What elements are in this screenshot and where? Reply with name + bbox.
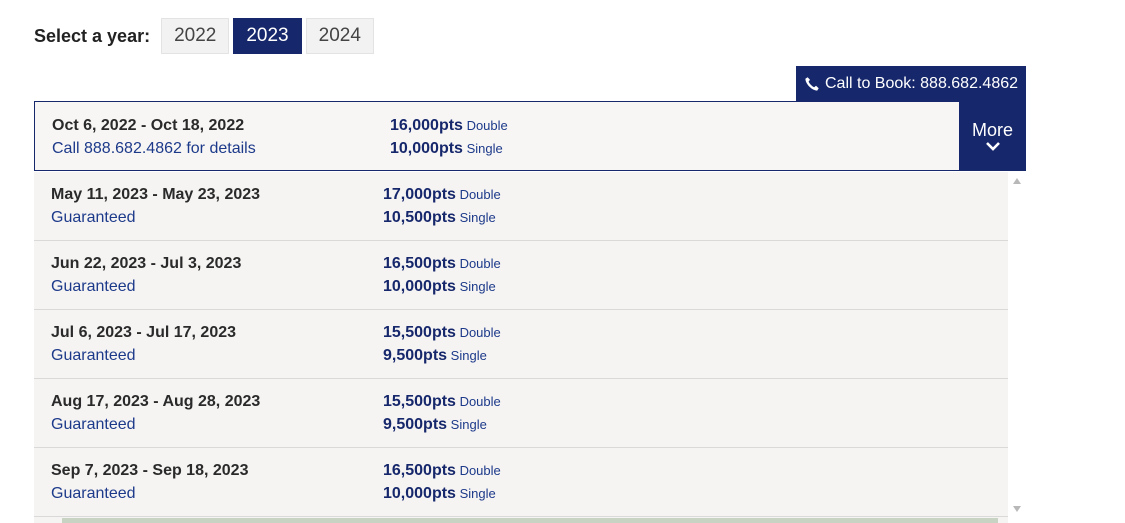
single-label: Single: [459, 210, 496, 225]
single-points: 10,000pts: [383, 485, 456, 502]
single-label: Single: [450, 417, 487, 432]
phone-icon: [805, 76, 819, 91]
year-selector-label: Select a year:: [34, 25, 151, 46]
scroll-down-arrow-icon[interactable]: [1013, 506, 1021, 512]
list-scrollbar[interactable]: [1008, 172, 1026, 519]
departure-status: Guaranteed: [51, 485, 136, 502]
scroll-up-arrow-icon[interactable]: [1013, 178, 1021, 184]
double-price: 17,000pts Double: [383, 186, 501, 204]
departure-dates: Oct 6, 2022 - Oct 18, 2022: [52, 117, 245, 134]
single-price: 10,000pts Single: [383, 278, 496, 296]
single-price: 10,500pts Single: [383, 209, 496, 227]
double-label: Double: [459, 256, 501, 271]
double-price: 16,500pts Double: [383, 255, 501, 273]
more-label: More: [971, 120, 1013, 140]
map-preview: [62, 518, 998, 523]
single-label: Single: [466, 141, 503, 156]
departure-status: Guaranteed: [51, 209, 136, 226]
chevron-down-icon: [985, 142, 1000, 151]
double-label: Double: [459, 187, 501, 202]
departure-dates: Sep 7, 2023 - Sep 18, 2023: [51, 462, 249, 479]
double-points: 15,500pts: [383, 324, 456, 341]
double-price: 15,500pts Double: [383, 393, 501, 411]
single-label: Single: [459, 279, 496, 294]
departure-status-link[interactable]: Call 888.682.4862 for details: [52, 140, 256, 158]
call-to-book-button[interactable]: Call to Book: 888.682.4862: [796, 66, 1026, 101]
single-label: Single: [459, 486, 496, 501]
single-price: 9,500pts Single: [383, 347, 487, 365]
double-label: Double: [459, 325, 501, 340]
double-label: Double: [466, 118, 508, 133]
departure-status: Guaranteed: [51, 416, 136, 433]
departures-list: May 11, 2023 - May 23, 2023 Guaranteed 1…: [34, 172, 1008, 523]
double-points: 15,500pts: [383, 393, 456, 410]
departure-status: Guaranteed: [51, 347, 136, 364]
single-points: 9,500pts: [383, 416, 448, 433]
double-points: 16,500pts: [383, 462, 456, 479]
featured-departure[interactable]: Oct 6, 2022 - Oct 18, 2022 Call 888.682.…: [34, 101, 960, 171]
departure-dates: May 11, 2023 - May 23, 2023: [51, 186, 261, 203]
departure-row[interactable]: Sep 7, 2023 - Sep 18, 2023 Guaranteed 16…: [34, 448, 1008, 517]
departure-row[interactable]: Jul 6, 2023 - Jul 17, 2023 Guaranteed 15…: [34, 310, 1008, 379]
departure-row[interactable]: May 11, 2023 - May 23, 2023 Guaranteed 1…: [34, 172, 1008, 241]
double-label: Double: [459, 394, 501, 409]
year-button-2023[interactable]: 2023: [233, 18, 302, 54]
double-price: 15,500pts Double: [383, 324, 501, 342]
double-price: 16,000pts Double: [390, 117, 508, 135]
single-price: 10,000pts Single: [390, 140, 503, 158]
departure-dates: Jul 6, 2023 - Jul 17, 2023: [51, 324, 237, 341]
single-price: 10,000pts Single: [383, 485, 496, 503]
double-points: 17,000pts: [383, 186, 456, 203]
departure-status: Guaranteed: [51, 278, 136, 295]
single-points: 10,000pts: [390, 140, 463, 157]
single-points: 10,500pts: [383, 209, 456, 226]
year-selector: Select a year: 2022 2023 2024: [34, 18, 378, 54]
more-button[interactable]: More: [959, 101, 1026, 171]
single-price: 9,500pts Single: [383, 416, 487, 434]
single-points: 10,000pts: [383, 278, 456, 295]
departure-dates: Aug 17, 2023 - Aug 28, 2023: [51, 393, 261, 410]
double-label: Double: [459, 463, 501, 478]
departure-row[interactable]: Jun 22, 2023 - Jul 3, 2023 Guaranteed 16…: [34, 241, 1008, 310]
departure-row[interactable]: Aug 17, 2023 - Aug 28, 2023 Guaranteed 1…: [34, 379, 1008, 448]
departure-dates: Jun 22, 2023 - Jul 3, 2023: [51, 255, 242, 272]
single-label: Single: [450, 348, 487, 363]
double-points: 16,500pts: [383, 255, 456, 272]
call-to-book-label: Call to Book: 888.682.4862: [824, 74, 1019, 92]
single-points: 9,500pts: [383, 347, 448, 364]
year-button-2022[interactable]: 2022: [161, 18, 230, 54]
year-button-2024[interactable]: 2024: [305, 18, 374, 54]
double-points: 16,000pts: [390, 117, 463, 134]
double-price: 16,500pts Double: [383, 462, 501, 480]
